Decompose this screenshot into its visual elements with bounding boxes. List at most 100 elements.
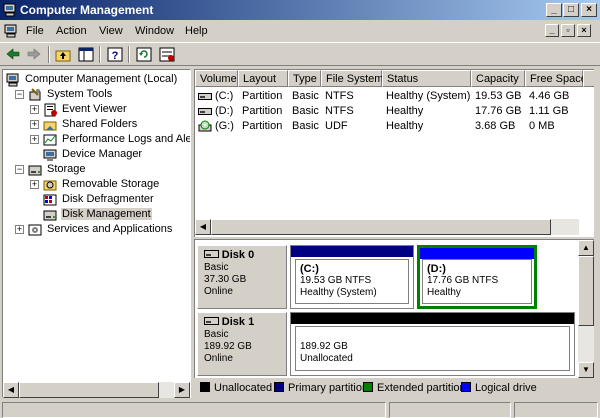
legend-extended: Extended partition xyxy=(363,382,466,394)
menu-file[interactable]: File xyxy=(26,25,44,37)
hard-drive-icon xyxy=(198,108,212,115)
scroll-left-icon[interactable]: ◀ xyxy=(3,382,19,398)
partition-details: 189.92 GB Unallocated xyxy=(295,326,570,371)
tree-item-computer-management-local[interactable]: Computer Management (Local) xyxy=(3,72,190,87)
tree-item-system-tools[interactable]: − System Tools xyxy=(3,87,190,102)
expand-icon[interactable]: + xyxy=(15,225,24,234)
maximize-button[interactable]: □ xyxy=(563,3,579,17)
partition-d[interactable]: (D:) 17.76 GB NTFS Healthy xyxy=(417,245,537,309)
column-header-free-space[interactable]: Free Space xyxy=(525,70,587,87)
scroll-right-icon[interactable]: ▶ xyxy=(174,382,190,398)
disk-row-1: Disk 1 Basic 189.92 GB Online 189.92 GB … xyxy=(197,312,577,376)
list-horizontal-scrollbar[interactable]: ◀ xyxy=(195,219,579,235)
volume-list: Volume Layout Type File System Status Ca… xyxy=(194,69,594,237)
tree-item-event-viewer[interactable]: + Event Viewer xyxy=(3,102,190,117)
volume-cell-type: Basic xyxy=(292,120,319,132)
graph-vertical-scrollbar[interactable]: ▲ ▼ xyxy=(578,240,594,378)
scroll-down-icon[interactable]: ▼ xyxy=(578,362,594,378)
volume-row[interactable]: (C:) Partition Basic NTFS Healthy (System) 19… xyxy=(195,89,585,104)
menu-bar: File Action View Window Help xyxy=(0,21,600,41)
menu-action[interactable]: Action xyxy=(56,25,87,37)
column-header-type[interactable]: Type xyxy=(288,70,321,87)
tree-item-performance-logs-and-alerts[interactable]: + Performance Logs and Alerts xyxy=(3,132,191,147)
column-header-capacity[interactable]: Capacity xyxy=(471,70,525,87)
forward-arrow-icon[interactable] xyxy=(25,46,43,63)
show-hide-tree-icon[interactable] xyxy=(77,46,95,63)
close-button[interactable]: × xyxy=(581,3,597,17)
scroll-thumb[interactable] xyxy=(578,256,594,326)
volume-cell-volume: (C:) xyxy=(215,90,234,102)
disk-defragmenter-icon xyxy=(43,194,57,206)
expand-icon[interactable]: + xyxy=(30,135,39,144)
volume-cell-capacity: 17.76 GB xyxy=(475,105,522,117)
scroll-thumb[interactable] xyxy=(19,382,159,398)
disk-icon xyxy=(204,317,219,325)
menu-view[interactable]: View xyxy=(99,25,123,37)
minimize-button[interactable]: _ xyxy=(546,3,562,17)
collapse-icon[interactable]: − xyxy=(15,90,24,99)
disk-info[interactable]: Disk 0 Basic 37.30 GB Online xyxy=(197,245,287,309)
tree-item-disk-management[interactable]: Disk Management xyxy=(3,207,190,222)
disk-type: Basic xyxy=(204,329,229,340)
help-icon[interactable]: ? xyxy=(106,46,124,63)
tree-item-device-manager[interactable]: Device Manager xyxy=(3,147,190,162)
partition-unallocated[interactable]: 189.92 GB Unallocated xyxy=(290,312,575,376)
disk-type: Basic xyxy=(204,262,229,273)
tree-item-label: Device Manager xyxy=(62,148,143,160)
volume-row[interactable]: (G:) Partition Basic UDF Healthy 3.68 GB 0 MB xyxy=(195,119,585,134)
disk-row-0: Disk 0 Basic 37.30 GB Online (C:) 19.53 … xyxy=(197,245,577,309)
expand-icon[interactable]: + xyxy=(30,105,39,114)
back-arrow-icon[interactable] xyxy=(4,46,22,63)
legend-unallocated: Unallocated xyxy=(200,382,272,394)
expand-icon[interactable]: + xyxy=(30,120,39,129)
column-header-status[interactable]: Status xyxy=(382,70,471,87)
menu-help[interactable]: Help xyxy=(185,25,208,37)
volume-row[interactable]: (D:) Partition Basic NTFS Healthy 17.76 GB 1.1… xyxy=(195,104,585,119)
toolbar-separator xyxy=(48,46,50,63)
tree-item-label: Services and Applications xyxy=(47,223,173,235)
tree-item-label: Storage xyxy=(47,163,86,175)
partition-color-bar xyxy=(291,246,413,257)
toolbar-separator xyxy=(128,46,130,63)
collapse-icon[interactable]: − xyxy=(15,165,24,174)
partition-details: (C:) 19.53 GB NTFS Healthy (System) xyxy=(295,259,409,304)
system-menu-icon[interactable] xyxy=(4,24,18,38)
scroll-thumb[interactable] xyxy=(211,219,551,235)
tree-item-label: Removable Storage xyxy=(62,178,160,190)
expand-icon[interactable]: + xyxy=(30,180,39,189)
legend-logical: Logical drive xyxy=(461,382,537,394)
column-header-file-system[interactable]: File System xyxy=(321,70,383,87)
tree-item-removable-storage[interactable]: + Removable Storage xyxy=(3,177,190,192)
volume-cell-capacity: 19.53 GB xyxy=(475,90,522,102)
tree-item-storage[interactable]: − Storage xyxy=(3,162,190,177)
refresh-icon[interactable] xyxy=(135,46,153,63)
mdi-restore-button[interactable]: ▫ xyxy=(561,24,575,37)
tree-item-label: Disk Defragmenter xyxy=(62,193,154,205)
mdi-minimize-button[interactable]: _ xyxy=(545,24,559,37)
tree-horizontal-scrollbar[interactable]: ◀ ▶ xyxy=(3,382,190,398)
disk-info[interactable]: Disk 1 Basic 189.92 GB Online xyxy=(197,312,287,376)
tree-item-label: Shared Folders xyxy=(62,118,138,130)
scroll-up-icon[interactable]: ▲ xyxy=(578,240,594,256)
disk-management-icon xyxy=(43,210,57,221)
column-header-volume[interactable]: Volume xyxy=(195,70,238,87)
column-header-layout[interactable]: Layout xyxy=(238,70,288,87)
volume-cell-type: Basic xyxy=(292,90,319,102)
volume-cell-capacity: 3.68 GB xyxy=(475,120,516,132)
mdi-close-button[interactable]: × xyxy=(577,24,591,37)
volume-cell-status: Healthy (System) xyxy=(386,90,471,102)
tree-item-label: System Tools xyxy=(47,88,113,100)
disk-name: Disk 1 xyxy=(221,316,255,328)
tree-item-services-and-applications[interactable]: + Services and Applications xyxy=(3,222,190,237)
properties-icon[interactable] xyxy=(158,46,176,63)
shared-folders-icon xyxy=(43,121,57,131)
volume-cell-type: Basic xyxy=(292,105,319,117)
menu-window[interactable]: Window xyxy=(135,25,174,37)
tree-item-shared-folders[interactable]: + Shared Folders xyxy=(3,117,190,132)
up-folder-icon[interactable] xyxy=(54,46,72,63)
partition-c[interactable]: (C:) 19.53 GB NTFS Healthy (System) xyxy=(290,245,414,309)
scroll-left-icon[interactable]: ◀ xyxy=(195,219,211,235)
partition-details: (D:) 17.76 GB NTFS Healthy xyxy=(422,259,532,304)
tree-item-disk-defragmenter[interactable]: Disk Defragmenter xyxy=(3,192,190,207)
tree-item-label: Performance Logs and Alerts xyxy=(62,133,191,145)
